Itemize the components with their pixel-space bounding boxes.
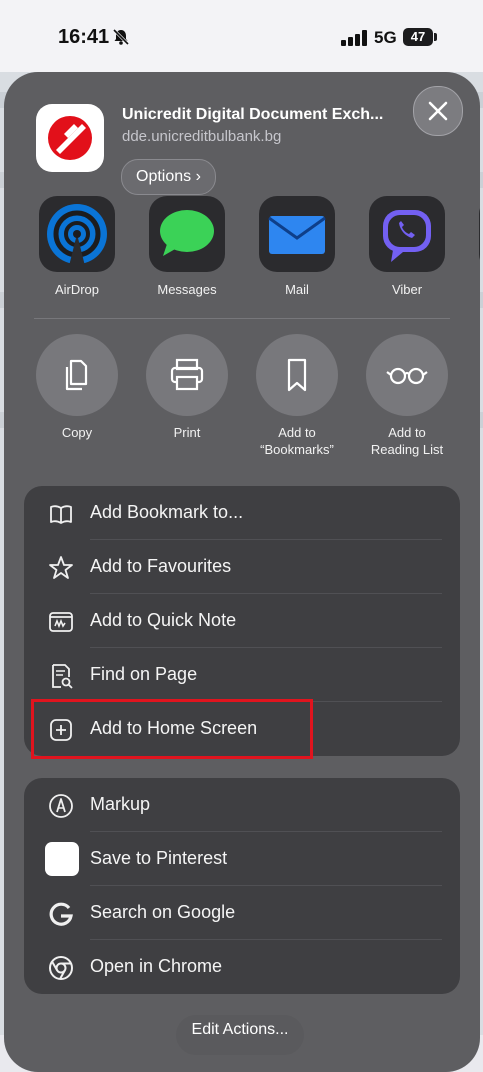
menu-item-label: Add Bookmark to... [90,502,244,522]
share-label: Viber [391,282,423,297]
battery-cap [434,33,437,41]
section-divider [34,318,450,319]
close-button[interactable] [413,86,463,136]
share-more-partial[interactable] [472,196,480,272]
airdrop-icon [39,196,115,272]
site-app-icon [36,104,104,172]
markup-icon [49,794,73,818]
copy-action[interactable]: Copy [27,334,127,441]
book-icon [50,505,72,524]
printer-icon [146,334,228,416]
options-button[interactable]: Options › [121,159,216,195]
quick-actions-row: Copy Print Add to “Bookmarks” Add to Rea… [4,334,480,464]
action-label: Add to Reading List [370,425,444,457]
bookmark-icon [256,334,338,416]
share-targets-row: AirDrop Messages Mail Viber [4,196,480,308]
app-icon-partial [479,196,480,272]
share-sheet: Unicredit Digital Document Exch... dde.u… [4,72,480,1072]
copy-icon [36,334,118,416]
unicredit-logo-icon [48,116,92,160]
silent-bell-icon [112,28,130,46]
messages-icon [149,196,225,272]
menu-group-secondary: Markup Save to Pinterest Search on Googl… [24,778,460,994]
status-bar: 16:41 5G 47 [0,0,483,72]
add-to-reading-list-action[interactable]: Add to Reading List [357,334,457,458]
chrome-icon [49,956,73,980]
add-to-bookmarks-action[interactable]: Add to “Bookmarks” [247,334,347,458]
viber-icon [369,196,445,272]
status-time: 16:41 [58,26,110,48]
star-icon [49,556,73,579]
network-label: 5G [374,28,397,47]
mail-icon [259,196,335,272]
print-action[interactable]: Print [137,334,237,441]
open-in-chrome-item[interactable]: Open in Chrome [24,940,460,994]
share-mail[interactable]: Mail [252,196,342,297]
search-on-google-item[interactable]: Search on Google [24,886,460,940]
add-bookmark-to-item[interactable]: Add Bookmark to... [24,486,460,540]
menu-item-label: Open in Chrome [90,956,223,976]
google-icon [49,902,73,926]
add-to-quick-note-item[interactable]: Add to Quick Note [24,594,460,648]
share-messages[interactable]: Messages [142,196,232,297]
add-to-favourites-item[interactable]: Add to Favourites [24,540,460,594]
highlight-box [31,699,313,759]
find-on-page-item[interactable]: Find on Page [24,648,460,702]
site-title: Unicredit Digital Document Exch... [122,106,384,123]
find-on-page-icon [52,664,73,689]
signal-icon [341,30,367,46]
edit-actions-button[interactable]: Edit Actions... [176,1015,304,1055]
menu-item-label: Add to Favourites [90,556,232,576]
share-viber[interactable]: Viber [362,196,452,297]
pinterest-icon [45,842,79,876]
battery-indicator: 47 [403,28,433,46]
menu-item-label: Save to Pinterest [90,848,228,868]
menu-item-label: Markup [90,794,151,814]
menu-item-label: Add to Quick Note [90,610,237,630]
action-label: Add to “Bookmarks” [260,425,334,457]
save-to-pinterest-item[interactable]: Save to Pinterest [24,832,460,886]
site-url: dde.unicreditbulbank.bg [122,128,282,145]
share-label: Messages [157,282,217,297]
quick-note-icon [49,612,73,632]
action-label: Print [173,425,201,440]
close-icon [428,101,448,121]
reading-list-icon [366,334,448,416]
markup-item[interactable]: Markup [24,778,460,832]
menu-item-label: Find on Page [90,664,198,684]
share-label: Mail [285,282,309,297]
menu-item-label: Search on Google [90,902,236,922]
share-airdrop[interactable]: AirDrop [32,196,122,297]
action-label: Copy [61,425,93,440]
share-label: AirDrop [54,282,100,297]
